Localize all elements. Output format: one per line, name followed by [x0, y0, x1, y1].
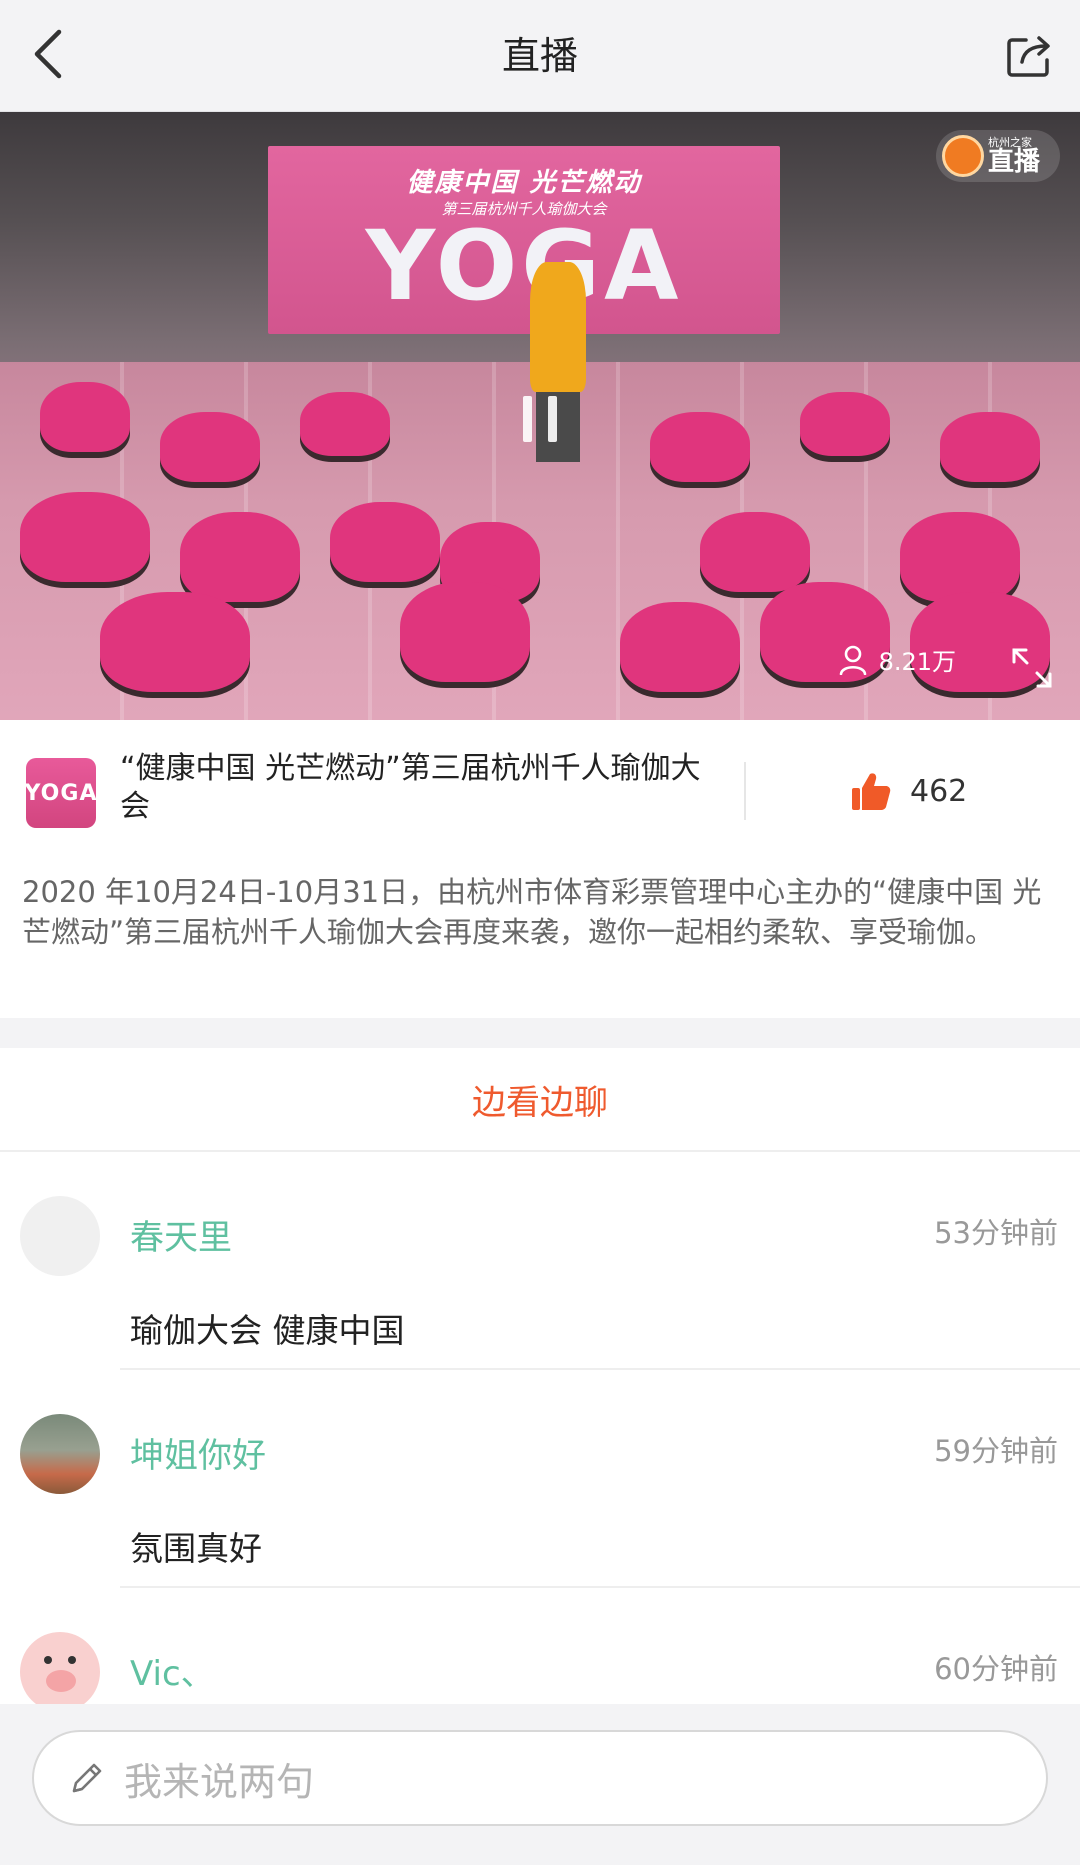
comment-input[interactable]: 我来说两句: [32, 1730, 1048, 1826]
expand-icon[interactable]: [1010, 646, 1054, 690]
comment-username[interactable]: Vic、: [130, 1646, 215, 1695]
pause-icon: [523, 396, 532, 442]
pig-eye: [68, 1656, 76, 1664]
participant: [940, 412, 1040, 482]
yoga-coach: [530, 262, 586, 392]
tab-chat[interactable]: 边看边聊: [0, 1048, 1080, 1152]
comment-input-bar: 我来说两句: [0, 1704, 1080, 1865]
section-separator: [0, 1018, 1080, 1048]
avatar[interactable]: [20, 1196, 100, 1276]
comment-text: 氛围真好: [130, 1529, 262, 1568]
comment-list[interactable]: 春天里 53分钟前 瑜伽大会 健康中国 坤姐你好 59分钟前 氛围真好 Vic、…: [0, 1152, 1080, 1704]
comment-item: Vic、 60分钟前: [0, 1588, 1080, 1704]
participant: [180, 512, 300, 602]
share-button[interactable]: [998, 24, 1062, 88]
live-label: 直播: [988, 147, 1041, 177]
live-info-section: YOGA “健康中国 光芒燃动”第三届杭州千人瑜伽大会 462 2020 年10…: [0, 720, 1080, 1018]
comment-item: 坤姐你好 59分钟前 氛围真好: [0, 1370, 1080, 1588]
participant: [100, 592, 250, 692]
channel-avatar[interactable]: YOGA: [24, 758, 98, 828]
pencil-icon: [72, 1763, 102, 1793]
participant: [800, 392, 890, 456]
comment-time: 53分钟前: [934, 1216, 1058, 1250]
page-title: 直播: [501, 34, 578, 78]
participant: [400, 582, 530, 682]
comment-text: 瑜伽大会 健康中国: [130, 1311, 405, 1350]
live-description: 2020 年10月24日-10月31日，由杭州市体育彩票管理中心主办的“健康中国…: [22, 875, 1042, 949]
vertical-divider: [744, 762, 746, 820]
viewer-count: 8.21万: [839, 642, 956, 677]
pig-eye: [44, 1656, 52, 1664]
avatar[interactable]: [20, 1414, 100, 1494]
comment-item: 春天里 53分钟前 瑜伽大会 健康中国: [0, 1152, 1080, 1370]
comment-username[interactable]: 春天里: [130, 1210, 232, 1259]
participant: [330, 502, 440, 582]
thumbs-up-icon: [852, 773, 891, 810]
top-navigation-bar: 直播: [0, 0, 1080, 112]
participant: [300, 392, 390, 456]
participant: [160, 412, 260, 482]
comment-username[interactable]: 坤姐你好: [130, 1428, 266, 1477]
stage-screen: 健康中国 光芒燃动 第三届杭州千人瑜伽大会 YOGA: [268, 146, 780, 334]
like-count: 462: [910, 773, 968, 809]
live-channel-badge: 杭州之家 直播: [936, 130, 1060, 182]
share-icon: [1007, 36, 1050, 77]
stage-slogan: 健康中国 光芒燃动: [406, 168, 642, 198]
participant: [700, 512, 810, 592]
participant: [40, 382, 130, 452]
live-video-player[interactable]: 健康中国 光芒燃动 第三届杭州千人瑜伽大会 YOGA 杭州之家 直播 8.21万: [0, 112, 1080, 720]
participant: [650, 412, 750, 482]
live-title: “健康中国 光芒燃动”第三届杭州千人瑜伽大会: [120, 751, 701, 824]
participant: [900, 512, 1020, 602]
pig-snout: [46, 1670, 76, 1692]
stage-yoga-text: YOGA: [365, 210, 683, 322]
channel-brand: 杭州之家: [988, 136, 1032, 149]
participant: [620, 602, 740, 692]
participant: [20, 492, 150, 582]
viewer-count-value: 8.21万: [878, 648, 956, 676]
pause-button[interactable]: [523, 396, 557, 442]
tab-chat-label: 边看边聊: [472, 1082, 608, 1123]
channel-avatar-text: YOGA: [24, 780, 98, 806]
comment-input-placeholder: 我来说两句: [124, 1759, 315, 1804]
comment-time: 60分钟前: [934, 1652, 1058, 1686]
like-button[interactable]: 462: [850, 762, 967, 820]
comment-time: 59分钟前: [934, 1434, 1058, 1468]
avatar[interactable]: [20, 1632, 100, 1704]
channel-logo-icon: [942, 135, 984, 177]
person-icon: [839, 645, 866, 675]
